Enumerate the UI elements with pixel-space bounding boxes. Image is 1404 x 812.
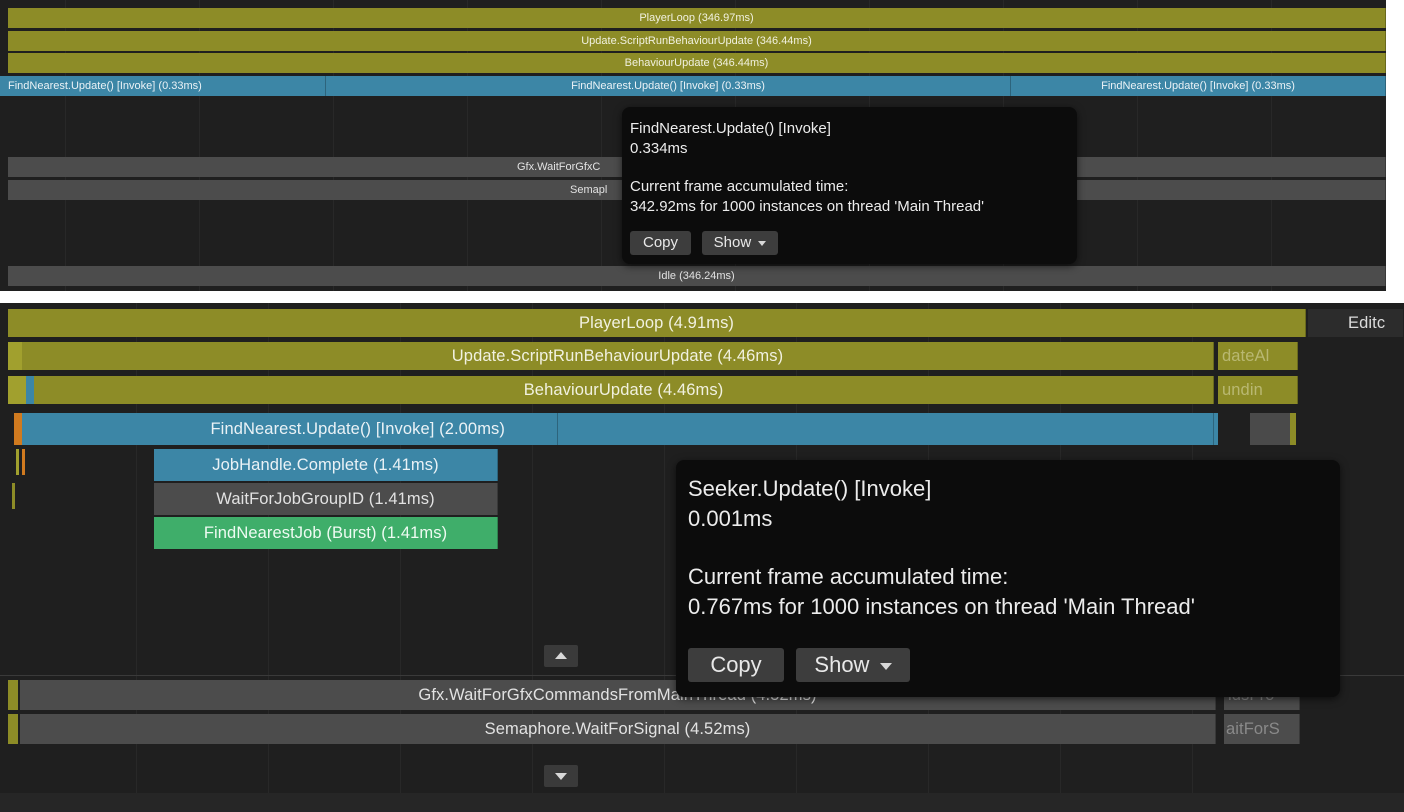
profiler-timeline-top: PlayerLoop (346.97ms) Update.ScriptRunBe… (0, 0, 1386, 291)
behaviour-update-side-bar[interactable]: undin (1218, 376, 1298, 404)
triangle-up-icon (555, 652, 567, 659)
show-button-label: Show (713, 234, 752, 251)
show-button-label: Show (814, 652, 870, 677)
script-run-behaviour-update-bar[interactable]: Update.ScriptRunBehaviourUpdate (346.44m… (8, 31, 1386, 51)
show-dropdown-button[interactable]: Show (796, 648, 910, 682)
collapse-thread-button[interactable] (544, 645, 578, 667)
copy-button[interactable]: Copy (630, 231, 691, 255)
find-nearest-job-bar[interactable]: FindNearestJob (Burst) (1.41ms) (154, 517, 498, 549)
profiler-timeline-bottom: PlayerLoop (4.91ms) Editc Update.ScriptR… (0, 303, 1404, 812)
behaviour-update-bar[interactable]: BehaviourUpdate (346.44ms) (8, 53, 1386, 73)
tooltip-sample-time: 0.001ms (688, 506, 773, 531)
sample-tooltip-bottom: Seeker.Update() [Invoke] 0.001ms Current… (676, 460, 1340, 697)
find-nearest-update-bar-right[interactable]: FindNearest.Update() [Invoke] (0.33ms) (1011, 76, 1386, 96)
tooltip-sample-name: Seeker.Update() [Invoke] (688, 476, 932, 501)
copy-button-label: Copy (710, 652, 762, 677)
tooltip-accumulated-value: 0.767ms for 1000 instances on thread 'Ma… (688, 594, 1195, 619)
sample-tooltip-top: FindNearest.Update() [Invoke] 0.334ms Cu… (622, 107, 1077, 264)
wait-for-job-group-bar[interactable]: WaitForJobGroupID (1.41ms) (154, 483, 498, 515)
copy-button-label: Copy (642, 234, 679, 251)
chevron-down-icon (758, 240, 767, 246)
copy-button[interactable]: Copy (688, 648, 784, 682)
job-handle-complete-bar[interactable]: JobHandle.Complete (1.41ms) (154, 449, 498, 481)
seeker-update-bar[interactable] (558, 413, 1214, 445)
editor-loop-bar[interactable]: Editc (1308, 309, 1404, 337)
expand-thread-button[interactable] (544, 765, 578, 787)
player-loop-bar[interactable]: PlayerLoop (4.91ms) (8, 309, 1306, 337)
tooltip-sample-name: FindNearest.Update() [Invoke] (630, 120, 831, 137)
tooltip-accumulated-label: Current frame accumulated time: (630, 178, 849, 195)
triangle-down-icon (555, 773, 567, 780)
find-nearest-update-bar[interactable]: FindNearest.Update() [Invoke] (2.00ms) (22, 413, 558, 445)
show-dropdown-button[interactable]: Show (702, 231, 778, 255)
idle-bar[interactable]: Idle (346.24ms) (8, 266, 1386, 286)
semaphore-side-bar[interactable]: aitForS (1224, 714, 1300, 744)
chevron-down-icon (879, 662, 892, 670)
tooltip-accumulated-value: 342.92ms for 1000 instances on thread 'M… (630, 198, 985, 215)
semaphore-wait-bar[interactable]: Semaphore.WaitForSignal (4.52ms) (20, 714, 1216, 744)
tooltip-accumulated-label: Current frame accumulated time: (688, 564, 1009, 589)
find-nearest-update-bar-left[interactable]: FindNearest.Update() [Invoke] (0.33ms) (0, 76, 326, 96)
script-run-behaviour-update-bar[interactable]: Update.ScriptRunBehaviourUpdate (4.46ms) (22, 342, 1214, 370)
behaviour-update-bar[interactable]: BehaviourUpdate (4.46ms) (34, 376, 1214, 404)
player-loop-bar[interactable]: PlayerLoop (346.97ms) (8, 8, 1386, 28)
find-nearest-update-bar-selected[interactable]: FindNearest.Update() [Invoke] (0.33ms) (326, 76, 1011, 96)
tooltip-sample-time: 0.334ms (630, 140, 688, 157)
script-run-side-bar[interactable]: dateAl (1218, 342, 1298, 370)
